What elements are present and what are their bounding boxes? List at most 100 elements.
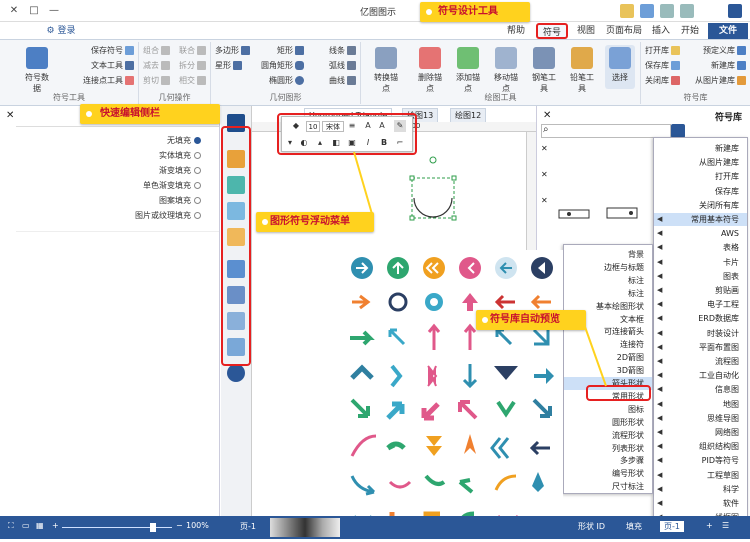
library-menu-item[interactable]: ◀ 科学 — [654, 483, 747, 496]
zoom-out-icon[interactable]: − — [176, 521, 183, 530]
library-menu-item[interactable]: ◀ 剪贴画 — [654, 284, 747, 297]
library-menu-item[interactable]: ◀ 常用基本符号 — [654, 213, 747, 226]
library-search-input[interactable] — [541, 124, 671, 138]
account-label[interactable]: ⚙ 登录 — [40, 23, 82, 39]
library-menu-item[interactable]: ◀ ERD数据库 — [654, 312, 747, 325]
union-button[interactable]: 联合 — [179, 45, 206, 57]
add-page-icon[interactable]: + — [706, 521, 713, 530]
library-menu-item[interactable]: 保存库 — [654, 185, 747, 198]
library-submenu-item[interactable]: 圆形形状 — [564, 416, 652, 429]
undo-icon[interactable] — [660, 4, 674, 18]
maximize-window-icon[interactable]: □ — [26, 3, 42, 19]
library-menu-item[interactable]: 新建库 — [654, 142, 747, 155]
arrow-symbols[interactable] — [340, 250, 563, 539]
ellipse-tool[interactable]: 椭圆形 — [269, 75, 304, 87]
library-submenu-item[interactable]: 边框与标题 — [564, 261, 652, 274]
library-submenu-item[interactable]: 图标 — [564, 403, 652, 416]
library-menu-item[interactable]: ◀ 时装设计 — [654, 327, 747, 340]
library-submenu-item[interactable]: 编号形状 — [564, 467, 652, 480]
zoom-in-icon[interactable]: + — [52, 521, 59, 530]
library-submenu-item[interactable]: 标注 — [564, 274, 652, 287]
move-anchor-button[interactable]: 移动锚点 — [491, 45, 521, 93]
close-library-panel-icon[interactable]: ✕ — [543, 110, 551, 121]
color-strip[interactable] — [270, 518, 340, 537]
fullscreen-icon[interactable]: ⛶ — [8, 521, 14, 531]
fill-option-gradient[interactable]: 渐变填充 — [159, 164, 201, 178]
arc-tool[interactable]: 弧线 — [329, 60, 356, 72]
library-submenu-item[interactable]: 尺寸标注 — [564, 480, 652, 493]
library-menu-item[interactable]: ◀ PID等符号 — [654, 454, 747, 467]
library-menu-item[interactable]: ◀ 网络图 — [654, 426, 747, 439]
lib-close-1[interactable]: ✕ — [541, 144, 548, 153]
tab-home[interactable]: 开始 — [677, 23, 703, 39]
connection-point-tool-button[interactable]: 连接点工具 — [83, 75, 134, 87]
new-library-button[interactable]: 新建库 — [711, 60, 746, 72]
page-list-icon[interactable]: ☰ — [722, 521, 729, 530]
close-panel-icon[interactable]: ✕ — [6, 110, 14, 121]
fill-option-solid[interactable]: 实体填充 — [159, 149, 201, 163]
library-menu-item[interactable]: ◀ AWS — [654, 227, 747, 240]
save-icon[interactable] — [640, 4, 654, 18]
library-menu-item[interactable]: ◀ 卡片 — [654, 256, 747, 269]
library-submenu-item[interactable]: 背景 — [564, 248, 652, 261]
redo-icon[interactable] — [680, 4, 694, 18]
library-submenu-item[interactable]: 标注 — [564, 287, 652, 300]
zoom-slider-thumb[interactable] — [150, 523, 156, 532]
polygon-tool[interactable]: 多边形 — [215, 45, 250, 57]
symbol-data-button[interactable]: 符号数据 — [22, 45, 52, 93]
folder-icon[interactable] — [620, 4, 634, 18]
lib-close-3[interactable]: ✕ — [541, 196, 548, 205]
library-menu-button[interactable] — [671, 124, 685, 138]
fill-option-picture[interactable]: 图片或纹理填充 — [135, 209, 201, 223]
library-menu-item[interactable]: ◀ 流程图 — [654, 355, 747, 368]
search-icon[interactable]: ⌕ — [543, 124, 549, 135]
tab-insert[interactable]: 插入 — [648, 23, 674, 39]
library-menu-item[interactable]: ◀ 平面布置图 — [654, 341, 747, 354]
library-menu-item[interactable]: 从图片建库 — [654, 156, 747, 169]
pen-tool-button[interactable]: 钢笔工具 — [529, 45, 559, 93]
page-tab[interactable]: 页-1 — [660, 521, 684, 532]
fill-option-none[interactable]: 无填充 — [167, 134, 201, 148]
open-library-button[interactable]: 打开库 — [645, 45, 680, 57]
library-menu-item[interactable]: ◀ 工业自动化 — [654, 369, 747, 382]
library-menu-item[interactable]: ◀ 地图 — [654, 398, 747, 411]
library-menu-item[interactable]: ◀ 工程草图 — [654, 469, 747, 482]
star-tool[interactable]: 星形 — [215, 60, 242, 72]
library-submenu-item[interactable]: 列表形状 — [564, 442, 652, 455]
tab-file[interactable]: 文件 — [708, 23, 748, 39]
subtract-button[interactable]: 减去 — [143, 60, 170, 72]
tab-symbol[interactable]: 符号 — [536, 23, 568, 39]
library-menu-item[interactable]: 打开库 — [654, 170, 747, 183]
library-menu-item[interactable]: ◀ 软件 — [654, 497, 747, 510]
library-menu-item[interactable]: ◀ 信息图 — [654, 383, 747, 396]
save-library-button[interactable]: 保存库 — [645, 60, 680, 72]
doc-tab-12[interactable]: 绘图12 — [450, 108, 487, 122]
intersect-button[interactable]: 相交 — [179, 75, 206, 87]
fill-option-pattern[interactable]: 图案填充 — [159, 194, 201, 208]
combine-button[interactable]: 组合 — [143, 45, 170, 57]
add-anchor-button[interactable]: 添加锚点 — [453, 45, 483, 93]
tab-help[interactable]: 帮助 — [505, 23, 527, 39]
fit-width-icon[interactable]: ▦ — [36, 521, 44, 530]
convert-anchor-button[interactable]: 转换锚点 — [371, 45, 401, 93]
library-from-image-button[interactable]: 从图片建库 — [695, 75, 746, 87]
tab-view[interactable]: 视图 — [572, 23, 600, 39]
library-menu-item[interactable]: ◀ 思维导图 — [654, 412, 747, 425]
library-menu-item[interactable]: ◀ 图表 — [654, 270, 747, 283]
library-menu-item[interactable]: 关闭所有库 — [654, 199, 747, 212]
pencil-tool-button[interactable]: 铅笔工具 — [567, 45, 597, 93]
save-symbol-button[interactable]: 保存符号 — [91, 45, 134, 57]
fill-option-mono-gradient[interactable]: 单色渐变填充 — [143, 179, 201, 193]
rectangle-tool[interactable]: 矩形 — [277, 45, 304, 57]
predefined-library-button[interactable]: 预定义库 — [703, 45, 746, 57]
text-tool-button[interactable]: 文本工具 — [91, 60, 134, 72]
clip-button[interactable]: 剪切 — [143, 75, 170, 87]
help-icon[interactable] — [227, 364, 245, 382]
select-tool-button[interactable]: 选择 — [605, 45, 635, 89]
library-submenu-item[interactable]: 流程形状 — [564, 429, 652, 442]
selected-shape[interactable] — [404, 154, 464, 224]
lib-close-2[interactable]: ✕ — [541, 170, 548, 179]
minimize-window-icon[interactable]: — — [46, 3, 62, 19]
curve-tool[interactable]: 曲线 — [329, 75, 356, 87]
library-submenu-item[interactable]: 多步骤 — [564, 454, 652, 467]
